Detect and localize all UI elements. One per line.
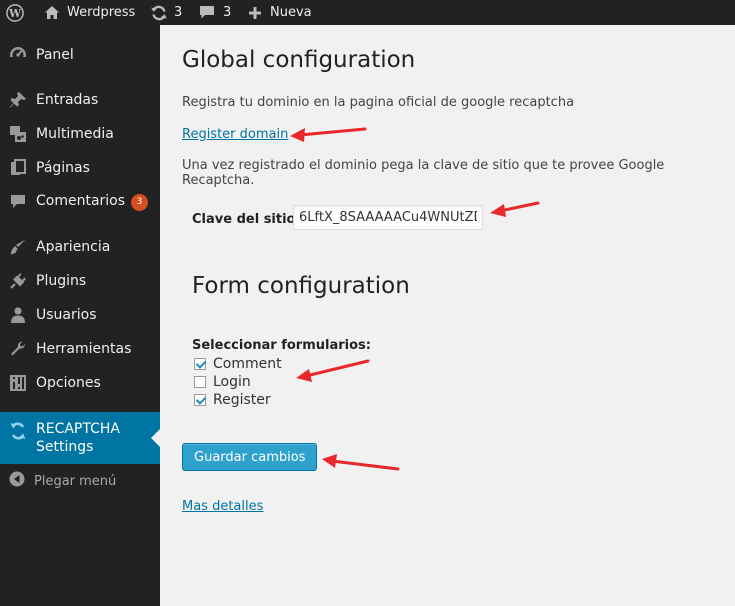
annotation-arrow [498,201,540,213]
comments-count: 3 [223,5,232,20]
annotation-arrow [298,127,367,137]
updates-link[interactable]: 3 [150,0,182,25]
sidebar-item-comentarios[interactable]: Comentarios 3 [0,185,160,219]
new-label: Nueva [270,5,312,20]
settings-icon [9,374,27,392]
refresh-icon [9,422,27,440]
updates-count: 3 [174,5,183,20]
site-name: Werdpress [67,5,136,20]
media-icon [9,125,27,143]
comments-badge: 3 [131,194,149,211]
sidebar-item-panel[interactable]: Panel [0,38,160,72]
new-content-link[interactable]: Nueva [248,0,312,25]
active-menu-arrow [151,429,160,447]
sidebar-item-label: Settings [36,439,94,455]
updates-icon [151,5,167,20]
sidebar-item-label: Comentarios [36,193,126,209]
annotation-arrow [304,359,370,378]
sidebar-item-label: Panel [36,47,74,63]
sidebar-item-label: Plugins [36,273,87,289]
sidebar-item-label: Páginas [36,160,90,176]
sidebar-item-entradas[interactable]: Entradas [0,83,160,117]
admin-bar: W Werdpress 3 3 Nueva [0,0,735,25]
annotation-arrowhead [322,454,337,468]
sidebar-item-opciones[interactable]: Opciones [0,366,160,400]
plug-icon [9,272,27,290]
sidebar-item-label: Opciones [36,375,101,391]
sidebar-item-label: Usuarios [36,307,97,323]
annotation-arrowhead [296,369,312,382]
wordpress-logo-icon[interactable]: W [6,0,24,25]
collapse-arrow-icon [9,471,25,491]
admin-sidebar: Panel Entradas Multimedia Páginas Coment… [0,25,160,606]
site-name-link[interactable]: Werdpress [44,0,135,25]
sidebar-item-label: RECAPTCHA [36,421,120,437]
sidebar-item-label: Multimedia [36,126,114,142]
sidebar-item-recaptcha-settings[interactable]: RECAPTCHA Settings [0,412,160,464]
sidebar-item-label-group: RECAPTCHA Settings [36,420,120,456]
plus-icon [249,6,261,19]
sidebar-item-label-group: Comentarios 3 [36,193,149,211]
pages-icon [9,159,27,177]
comment-icon [9,193,27,211]
sidebar-item-label: Apariencia [36,239,111,255]
wrench-icon [9,340,27,358]
sidebar-item-label: Herramientas [36,341,132,357]
sidebar-item-paginas[interactable]: Páginas [0,151,160,185]
svg-text:W: W [8,7,22,20]
sidebar-item-usuarios[interactable]: Usuarios [0,298,160,332]
comments-link[interactable]: 3 [199,0,231,25]
sidebar-item-plugins[interactable]: Plugins [0,264,160,298]
pin-icon [9,91,27,109]
annotation-arrow [330,459,400,471]
annotation-arrows [290,127,540,471]
annotation-arrowhead [490,204,506,217]
dashboard-icon [9,46,27,64]
sidebar-item-apariencia[interactable]: Apariencia [0,230,160,264]
brush-icon [9,238,27,256]
sidebar-item-label: Entradas [36,92,99,108]
home-icon [45,6,59,19]
collapse-menu-button[interactable]: Plegar menú [0,468,160,494]
comment-bubble-icon [200,6,214,19]
sidebar-item-multimedia[interactable]: Multimedia [0,117,160,151]
annotation-arrowhead [290,128,305,142]
sidebar-item-herramientas[interactable]: Herramientas [0,332,160,366]
user-icon [9,306,27,324]
collapse-menu-label: Plegar menú [34,473,117,489]
main-content: Global configuration Registra tu dominio… [160,25,735,606]
